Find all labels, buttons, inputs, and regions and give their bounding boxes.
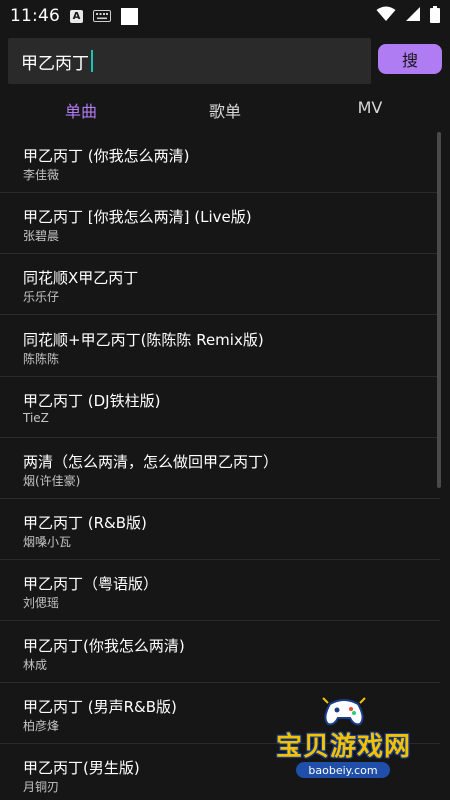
song-artist: 陈陈陈: [23, 352, 60, 366]
song-row[interactable]: 甲乙丙丁 (你我怎么两清) 李佳薇: [0, 132, 440, 193]
song-artist: 张碧晨: [23, 229, 60, 243]
song-artist: TieZ: [23, 411, 49, 425]
song-row[interactable]: 两清（怎么两清，怎么做回甲乙丙丁） 烟(许佳豪): [0, 438, 440, 499]
song-title: 两清（怎么两清，怎么做回甲乙丙丁）: [23, 453, 279, 471]
site-watermark: 宝贝游戏网 baobeiy.com: [268, 690, 428, 800]
song-title: 同花顺X甲乙丙丁: [23, 269, 139, 287]
wifi-icon: [376, 6, 396, 26]
gamepad-logo-icon: [322, 697, 366, 726]
search-input[interactable]: 甲乙丙丁: [8, 38, 371, 84]
tab-mv[interactable]: MV: [358, 98, 383, 117]
search-bar: 甲乙丙丁 搜: [0, 38, 450, 84]
song-artist: 烟嗓小瓦: [23, 535, 72, 549]
square-icon: [121, 7, 138, 25]
song-row[interactable]: 甲乙丙丁 (R&B版) 烟嗓小瓦: [0, 499, 440, 560]
status-bar: 11:46 A: [0, 0, 450, 32]
song-artist: 柏彦烽: [23, 719, 60, 733]
song-title: 甲乙丙丁 (DJ铁柱版): [23, 392, 161, 410]
song-artist: 乐乐仔: [23, 290, 60, 304]
song-row[interactable]: 甲乙丙丁（粤语版） 刘偲瑶: [0, 560, 440, 621]
song-title: 同花顺+甲乙丙丁(陈陈陈 Remix版): [23, 331, 264, 349]
tab-bar: 单曲 歌单 MV: [0, 92, 450, 126]
song-artist: 林成: [23, 658, 48, 672]
song-row[interactable]: 甲乙丙丁 [你我怎么两清] (Live版) 张碧晨: [0, 193, 440, 254]
song-artist: 李佳薇: [23, 168, 60, 182]
scrollbar[interactable]: [437, 132, 441, 488]
watermark-text: 宝贝游戏网: [276, 732, 412, 762]
song-title: 甲乙丙丁(你我怎么两清): [23, 637, 185, 655]
search-input-value: 甲乙丙丁: [21, 53, 89, 74]
keyboard-icon: [93, 7, 111, 26]
song-title: 甲乙丙丁 (男声R&B版): [23, 698, 177, 716]
watermark-url: baobeiy.com: [296, 762, 390, 778]
notification-a-icon: A: [70, 9, 83, 23]
status-time: 11:46: [10, 6, 60, 26]
song-artist: 月铜刃: [23, 780, 60, 794]
tab-playlists[interactable]: 歌单: [209, 98, 241, 122]
song-artist: 刘偲瑶: [23, 596, 60, 610]
song-row[interactable]: 甲乙丙丁(你我怎么两清) 林成: [0, 622, 440, 683]
song-title: 甲乙丙丁(男生版): [23, 759, 140, 777]
song-row[interactable]: 同花顺+甲乙丙丁(陈陈陈 Remix版) 陈陈陈: [0, 316, 440, 377]
song-title: 甲乙丙丁 (你我怎么两清): [23, 147, 190, 165]
status-right-icons: [376, 5, 440, 27]
song-artist: 烟(许佳豪): [23, 474, 81, 488]
song-title: 甲乙丙丁 (R&B版): [23, 514, 147, 532]
text-caret: [91, 50, 93, 72]
song-title: 甲乙丙丁（粤语版）: [23, 575, 159, 593]
song-row[interactable]: 同花顺X甲乙丙丁 乐乐仔: [0, 254, 440, 315]
tab-songs[interactable]: 单曲: [65, 98, 97, 122]
song-title: 甲乙丙丁 [你我怎么两清] (Live版): [23, 208, 252, 226]
signal-icon: [405, 6, 421, 26]
search-button[interactable]: 搜: [378, 44, 442, 74]
battery-icon: [430, 5, 440, 27]
song-row[interactable]: 甲乙丙丁 (DJ铁柱版) TieZ: [0, 377, 440, 438]
